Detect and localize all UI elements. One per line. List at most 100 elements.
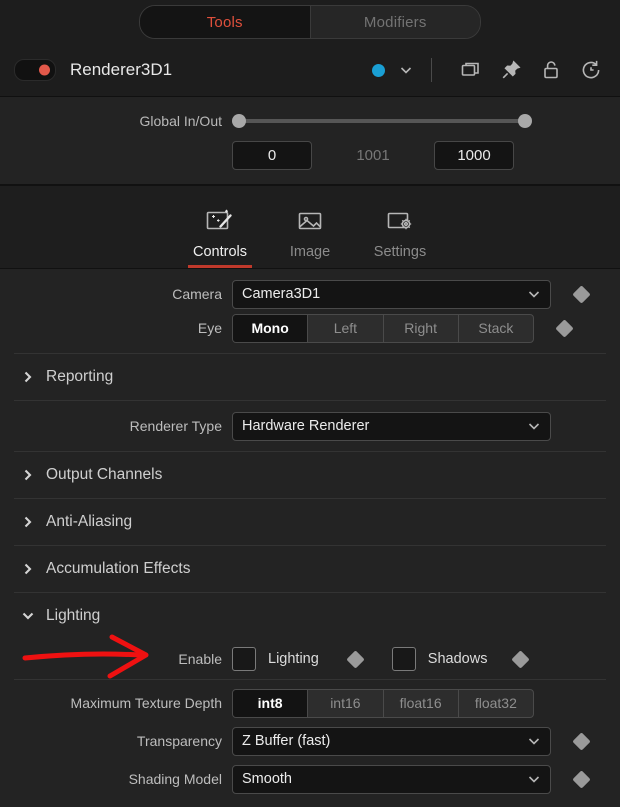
- node-header-icons: [372, 56, 606, 84]
- depth-option-float16-label: float16: [399, 695, 442, 711]
- tab-tools-label: Tools: [206, 13, 243, 31]
- shadows-checkbox-label: Shadows: [427, 651, 488, 667]
- reset-icon[interactable]: [576, 56, 606, 84]
- magic-wand-icon: [205, 205, 235, 239]
- folder-lighting[interactable]: Lighting: [0, 593, 620, 639]
- image-icon: [295, 205, 325, 239]
- renderer-type-value: Hardware Renderer: [242, 418, 370, 434]
- transparency-row: Transparency Z Buffer (fast): [0, 724, 620, 758]
- eye-option-mono-label: Mono: [251, 320, 289, 336]
- global-in-out-label: Global In/Out: [139, 113, 223, 129]
- max-texture-depth-label: Maximum Texture Depth: [70, 695, 222, 711]
- tools-modifiers-tabbar: Tools Modifiers: [0, 0, 620, 44]
- node-color-dot-icon[interactable]: [372, 63, 385, 77]
- duplicate-icon[interactable]: [456, 56, 486, 84]
- chevron-right-icon: [20, 514, 46, 530]
- renderer-type-label: Renderer Type: [129, 418, 222, 434]
- folder-output-channels[interactable]: Output Channels: [0, 452, 620, 498]
- chevron-down-icon: [528, 776, 540, 783]
- global-in-field[interactable]: 0: [232, 141, 312, 170]
- eye-label: Eye: [197, 320, 222, 336]
- tab-tools[interactable]: Tools: [140, 6, 311, 38]
- folder-reporting-label: Reporting: [46, 368, 114, 385]
- eye-option-mono[interactable]: Mono: [233, 314, 309, 342]
- tab-settings[interactable]: Settings: [355, 205, 445, 268]
- camera-label: Camera: [172, 286, 222, 302]
- eye-option-left[interactable]: Left: [308, 314, 384, 342]
- lighting-checkbox-label: Lighting: [268, 651, 319, 667]
- lighting-checkbox[interactable]: [232, 647, 256, 671]
- shading-model-dropdown[interactable]: Smooth: [232, 764, 551, 794]
- transparency-keyframe-diamond[interactable]: [572, 731, 591, 751]
- node-name-label: Renderer3D1: [70, 60, 173, 79]
- toggle-knob: [39, 64, 50, 76]
- eye-option-stack[interactable]: Stack: [459, 315, 533, 342]
- renderer-type-dropdown[interactable]: Hardware Renderer: [232, 411, 551, 441]
- eye-option-right-label: Right: [404, 320, 437, 336]
- max-texture-depth-segmented-control: int8 int16 float16 float32: [232, 688, 534, 718]
- transparency-label: Transparency: [136, 733, 222, 749]
- eye-option-right[interactable]: Right: [384, 314, 459, 342]
- folder-output-channels-label: Output Channels: [46, 466, 163, 483]
- shadows-checkbox[interactable]: [391, 647, 416, 671]
- unlock-icon[interactable]: [536, 56, 566, 84]
- slider-handle-in[interactable]: [232, 114, 246, 128]
- transparency-keyframe-wrap: [551, 731, 611, 751]
- folder-anti-aliasing-label: Anti-Aliasing: [46, 513, 133, 530]
- header-divider: [431, 58, 432, 82]
- camera-keyframe-diamond[interactable]: [572, 284, 591, 304]
- controls-panel: Camera Camera3D1 Eye Mono Left Right Sta…: [0, 269, 620, 796]
- shading-model-keyframe-wrap: [551, 769, 611, 789]
- global-in-out-fields: 0 1001 1000: [0, 141, 620, 170]
- camera-dropdown[interactable]: Camera3D1: [232, 279, 551, 309]
- camera-row: Camera Camera3D1: [0, 277, 620, 311]
- folder-reporting[interactable]: Reporting: [0, 354, 620, 400]
- global-length-value: 1001: [356, 147, 390, 164]
- folder-anti-aliasing[interactable]: Anti-Aliasing: [0, 499, 620, 545]
- eye-keyframe-diamond[interactable]: [555, 318, 574, 338]
- pin-icon[interactable]: [496, 56, 526, 84]
- tab-modifiers[interactable]: Modifiers: [310, 6, 480, 38]
- depth-option-int8-label: int8: [257, 695, 283, 711]
- chevron-right-icon: [20, 467, 46, 483]
- tab-pill-group: Tools Modifiers: [139, 5, 481, 39]
- tab-controls[interactable]: Controls: [175, 205, 265, 268]
- global-out-field[interactable]: 1000: [434, 141, 514, 170]
- eye-segmented-control: Mono Left Right Stack: [232, 313, 534, 343]
- camera-keyframe-wrap: [551, 284, 611, 304]
- tab-image-label: Image: [289, 244, 331, 260]
- depth-option-int16[interactable]: int16: [308, 689, 384, 717]
- camera-value: Camera3D1: [242, 286, 321, 302]
- shading-model-row: Shading Model Smooth: [0, 762, 620, 796]
- transparency-value: Z Buffer (fast): [242, 733, 331, 749]
- chevron-down-icon: [528, 738, 540, 745]
- lighting-keyframe-diamond[interactable]: [346, 649, 365, 669]
- global-out-value: 1000: [457, 147, 491, 164]
- chevron-down-icon: [20, 608, 46, 624]
- shading-model-label: Shading Model: [128, 771, 222, 787]
- eye-keyframe-wrap: [534, 318, 594, 338]
- lighting-enable-row: Enable Lighting Shadows: [0, 639, 620, 679]
- shading-model-keyframe-diamond[interactable]: [572, 769, 591, 789]
- renderer3d-inspector-panel: Tools Modifiers Renderer3D1 Global In/Ou…: [0, 0, 620, 807]
- global-in-out-slider-row: Global In/Out: [0, 109, 620, 133]
- slider-track: [240, 119, 524, 123]
- depth-option-float32[interactable]: float32: [459, 690, 533, 717]
- tab-settings-label: Settings: [373, 244, 427, 260]
- eye-option-stack-label: Stack: [478, 320, 514, 336]
- depth-option-int8[interactable]: int8: [233, 689, 309, 717]
- color-chevron-down-icon[interactable]: [395, 59, 417, 81]
- inspector-tabbar: Controls Image Settings: [0, 185, 620, 269]
- folder-accumulation-effects[interactable]: Accumulation Effects: [0, 546, 620, 592]
- slider-handle-out[interactable]: [518, 114, 532, 128]
- depth-option-float16[interactable]: float16: [384, 689, 459, 717]
- transparency-dropdown[interactable]: Z Buffer (fast): [232, 726, 551, 756]
- global-in-out-slider[interactable]: [232, 111, 532, 131]
- node-header: Renderer3D1: [0, 44, 620, 97]
- eye-option-left-label: Left: [333, 320, 358, 336]
- depth-option-float32-label: float32: [474, 695, 517, 711]
- shadows-keyframe-diamond[interactable]: [511, 649, 531, 669]
- max-texture-depth-row: Maximum Texture Depth int8 int16 float16…: [0, 686, 620, 720]
- tab-image[interactable]: Image: [265, 205, 355, 268]
- node-enable-toggle[interactable]: [14, 59, 56, 81]
